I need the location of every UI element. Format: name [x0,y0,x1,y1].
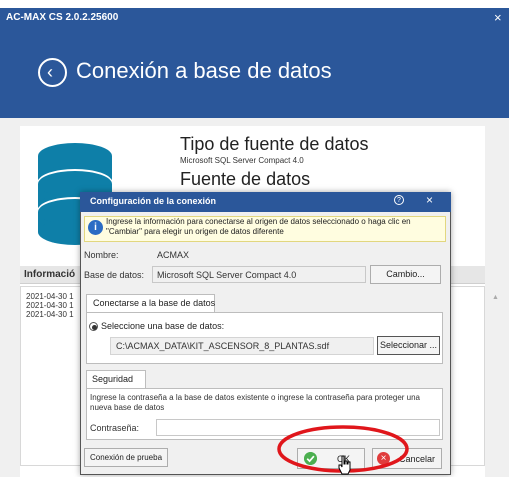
seguridad-text: Ingrese la contraseña a la base de datos… [90,393,420,412]
dialog-title: Configuración de la conexión [90,196,217,206]
fuente-datos-label: Fuente de datos [180,169,311,189]
log-line: 2021-04-30 1 [26,301,74,310]
base-datos-label: Base de datos: [84,270,145,280]
password-label: Contraseña: [90,423,140,433]
page-title: Conexión a base de datos [76,58,332,83]
seleccionar-button[interactable]: Seleccionar ... [377,336,440,355]
dialog-close-icon[interactable]: × [426,193,433,207]
tab-conectarse-label: Conectarse a la base de datos [93,298,216,308]
select-database-label: Seleccione una base de datos: [101,321,225,331]
nombre-field[interactable] [152,246,441,262]
help-icon[interactable]: ? [394,195,404,205]
database-path-value: C:\ACMAX_DATA\KIT_ASCENSOR_8_PLANTAS.sdf [116,341,330,351]
tab-seguridad-label: Seguridad [92,374,134,384]
tipo-fuente-value: Microsoft SQL Server Compact 4.0 [180,156,304,165]
back-button[interactable]: ‹ [38,58,67,87]
base-datos-value: Microsoft SQL Server Compact 4.0 [157,270,297,280]
info-panel-label: Informació [24,269,76,280]
nombre-label: Nombre: [84,250,119,260]
cambio-button[interactable]: Cambio... [370,265,441,284]
window-title: AC-MAX CS 2.0.2.25600 [6,12,119,23]
log-line: 2021-04-30 1 [26,292,74,301]
info-message-text: Ingrese la información para conectarse a… [106,217,411,236]
nombre-value: ACMAX [157,250,190,260]
chevron-left-icon: ‹ [47,62,53,82]
info-icon: i [88,220,103,235]
test-connection-button[interactable]: Conexión de prueba [84,448,168,467]
top-strip [0,0,509,8]
radio-selected-dot [92,325,97,330]
tipo-fuente-label: Tipo de fuente de datos [180,134,369,154]
hand-cursor-icon [338,455,351,475]
log-line: 2021-04-30 1 [26,310,74,319]
scroll-up-icon[interactable]: ▲ [492,294,499,301]
window-close-icon[interactable]: × [494,10,502,25]
